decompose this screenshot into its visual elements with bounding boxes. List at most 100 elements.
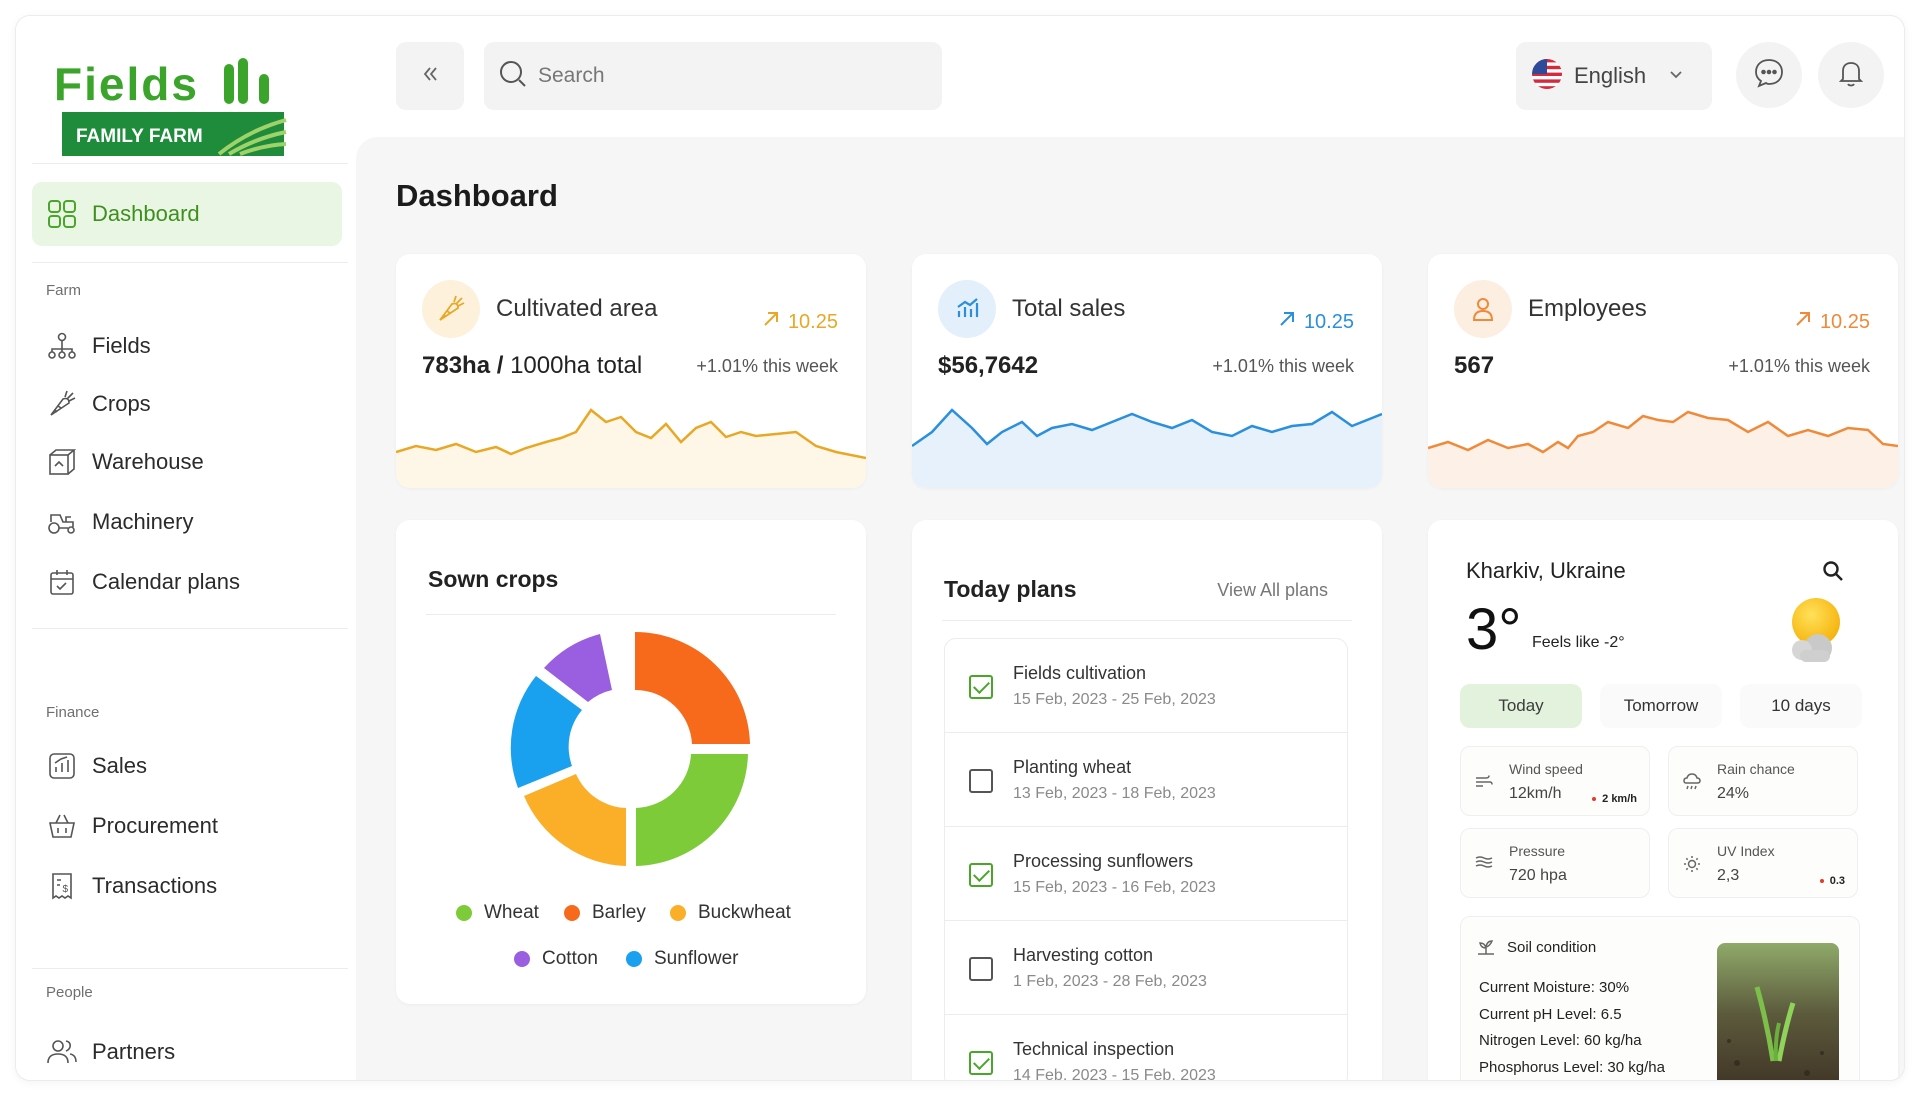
stat-title: Total sales [1012,295,1126,322]
plan-item[interactable]: Technical inspection 14 Feb, 2023 - 15 F… [945,1015,1347,1080]
soil-condition-panel: Soil condition Current Moisture: 30% Cur… [1460,916,1860,1080]
stat-trend-value: 10.25 [1303,310,1354,333]
weather-location: Kharkiv, Ukraine [1466,558,1626,583]
sidebar-item-procurement[interactable]: Procurement [32,794,342,858]
legend-label: Cotton [542,948,598,969]
sparkline-total-sales [912,408,1382,488]
sidebar-item-label: Procurement [92,813,218,838]
sidebar-item-fields[interactable]: Fields [32,314,342,378]
language-label: English [1574,63,1647,88]
card-divider [942,620,1352,621]
view-all-plans-link[interactable]: View All plans [1217,580,1328,601]
chart-icon [938,280,996,338]
sun-icon [1683,855,1701,878]
weather-search-button[interactable] [1822,560,1844,587]
sidebar-item-label: Dashboard [92,201,200,226]
brand-logo[interactable]: Fields FAMILY FARM [44,50,304,160]
stat-value: 783ha / 1000ha total [422,352,642,380]
messages-button[interactable] [1736,42,1802,108]
weather-cell-delta-value: 0.3 [1829,875,1845,887]
plan-item[interactable]: Fields cultivation 15 Feb, 2023 - 25 Feb… [945,639,1347,733]
donut-segment-wheat [636,754,748,866]
stat-card-cultivated-area: Cultivated area 10.25 783ha / 1000ha tot… [396,254,866,488]
stat-trend: 10.25 [1278,310,1354,334]
plan-checkbox[interactable] [969,675,993,699]
weather-tab-10-days[interactable]: 10 days [1740,684,1862,728]
plan-date: 1 Feb, 2023 - 28 Feb, 2023 [1013,973,1207,990]
main-content: English Dashboard Cultivated area [356,16,1904,1080]
stat-card-employees: Employees 10.25 567 +1.01% this week [1428,254,1898,488]
page-title: Dashboard [396,178,558,213]
card-divider [426,614,836,615]
sidebar-item-machinery[interactable]: Machinery [32,490,342,554]
sidebar-item-partners[interactable]: Partners [32,1020,342,1080]
plan-checkbox[interactable] [969,769,993,793]
legend-label: Buckwheat [698,902,791,923]
stat-value-main: $56,7642 [938,352,1039,379]
stat-title: Employees [1528,295,1647,322]
plan-checkbox[interactable] [969,863,993,887]
plan-date: 15 Feb, 2023 - 25 Feb, 2023 [1013,691,1216,708]
sidebar-item-label: Warehouse [92,449,204,474]
calendar-icon [46,566,78,598]
legend-label: Sunflower [654,948,739,969]
legend-label: Wheat [484,902,539,923]
language-select[interactable]: English [1516,42,1712,110]
svg-text:$: $ [63,884,69,895]
weather-cell-delta: 0.3 [1819,875,1845,887]
sidebar-item-calendar-plans[interactable]: Calendar plans [32,550,342,614]
legend-dot [670,905,686,921]
weather-tab-today[interactable]: Today [1460,684,1582,728]
plan-date: 15 Feb, 2023 - 16 Feb, 2023 [1013,879,1216,896]
sidebar-divider [32,628,348,629]
section-label-finance: Finance [46,704,100,721]
legend-dot [626,951,642,967]
search-icon [498,59,528,94]
plan-item[interactable]: Harvesting cotton 1 Feb, 2023 - 28 Feb, … [945,921,1347,1015]
sidebar-item-dashboard[interactable]: Dashboard [32,182,342,246]
carrot-icon [422,280,480,338]
today-plans-card: Today plans View All plans Fields cultiv… [912,520,1382,1080]
stat-value: $56,7642 [938,352,1038,380]
stat-value-main: 567 [1454,352,1495,379]
weather-cell-rain-chance: Rain chance 24% [1668,746,1858,816]
plan-item[interactable]: Processing sunflowers 15 Feb, 2023 - 16 … [945,827,1347,921]
collapse-sidebar-button[interactable] [396,42,464,110]
plan-checkbox[interactable] [969,1051,993,1075]
donut-segment-barley [635,632,750,744]
plan-item[interactable]: Planting wheat 13 Feb, 2023 - 18 Feb, 20… [945,733,1347,827]
stat-trend-value: 10.25 [1819,310,1870,333]
sidebar-item-warehouse[interactable]: Warehouse [32,430,342,494]
donut-segment-sunflower [510,676,582,788]
sidebar-item-crops[interactable]: Crops [32,372,342,436]
wind-icon [1475,773,1493,794]
sidebar-item-transactions[interactable]: $ Transactions [32,854,342,918]
weather-tab-tomorrow[interactable]: Tomorrow [1600,684,1722,728]
chevron-down-icon [1668,66,1684,87]
sidebar-divider [32,968,348,969]
arrow-up-right-icon [1278,310,1296,334]
stat-week-change: +1.01% this week [1728,356,1870,376]
plan-name: Technical inspection [1013,1039,1175,1059]
sparkline-cultivated-area [396,408,866,488]
pressure-icon [1475,855,1493,874]
plan-date: 14 Feb, 2023 - 15 Feb, 2023 [1013,1067,1216,1080]
weather-cell-label: Wind speed [1509,761,1583,777]
basket-icon [46,810,78,842]
seedling-photo [1717,943,1839,1080]
rain-icon [1683,773,1701,796]
sidebar-item-label: Machinery [92,509,194,534]
search-input[interactable] [538,64,918,88]
soil-reading-ph: Current pH Level: 6.5 [1479,1005,1622,1023]
weather-temperature: 3° [1466,597,1522,662]
sidebar-item-label: Transactions [92,873,218,898]
plan-checkbox[interactable] [969,957,993,981]
search-icon [1822,561,1844,586]
weather-cell-delta-value: 2 km/h [1602,793,1637,805]
sidebar-item-sales[interactable]: Sales [32,734,342,798]
leaf-icon [1477,939,1495,960]
notifications-button[interactable] [1818,42,1884,108]
legend-dot [564,905,580,921]
delta-dot [1592,797,1597,802]
grid-icon [46,198,78,230]
